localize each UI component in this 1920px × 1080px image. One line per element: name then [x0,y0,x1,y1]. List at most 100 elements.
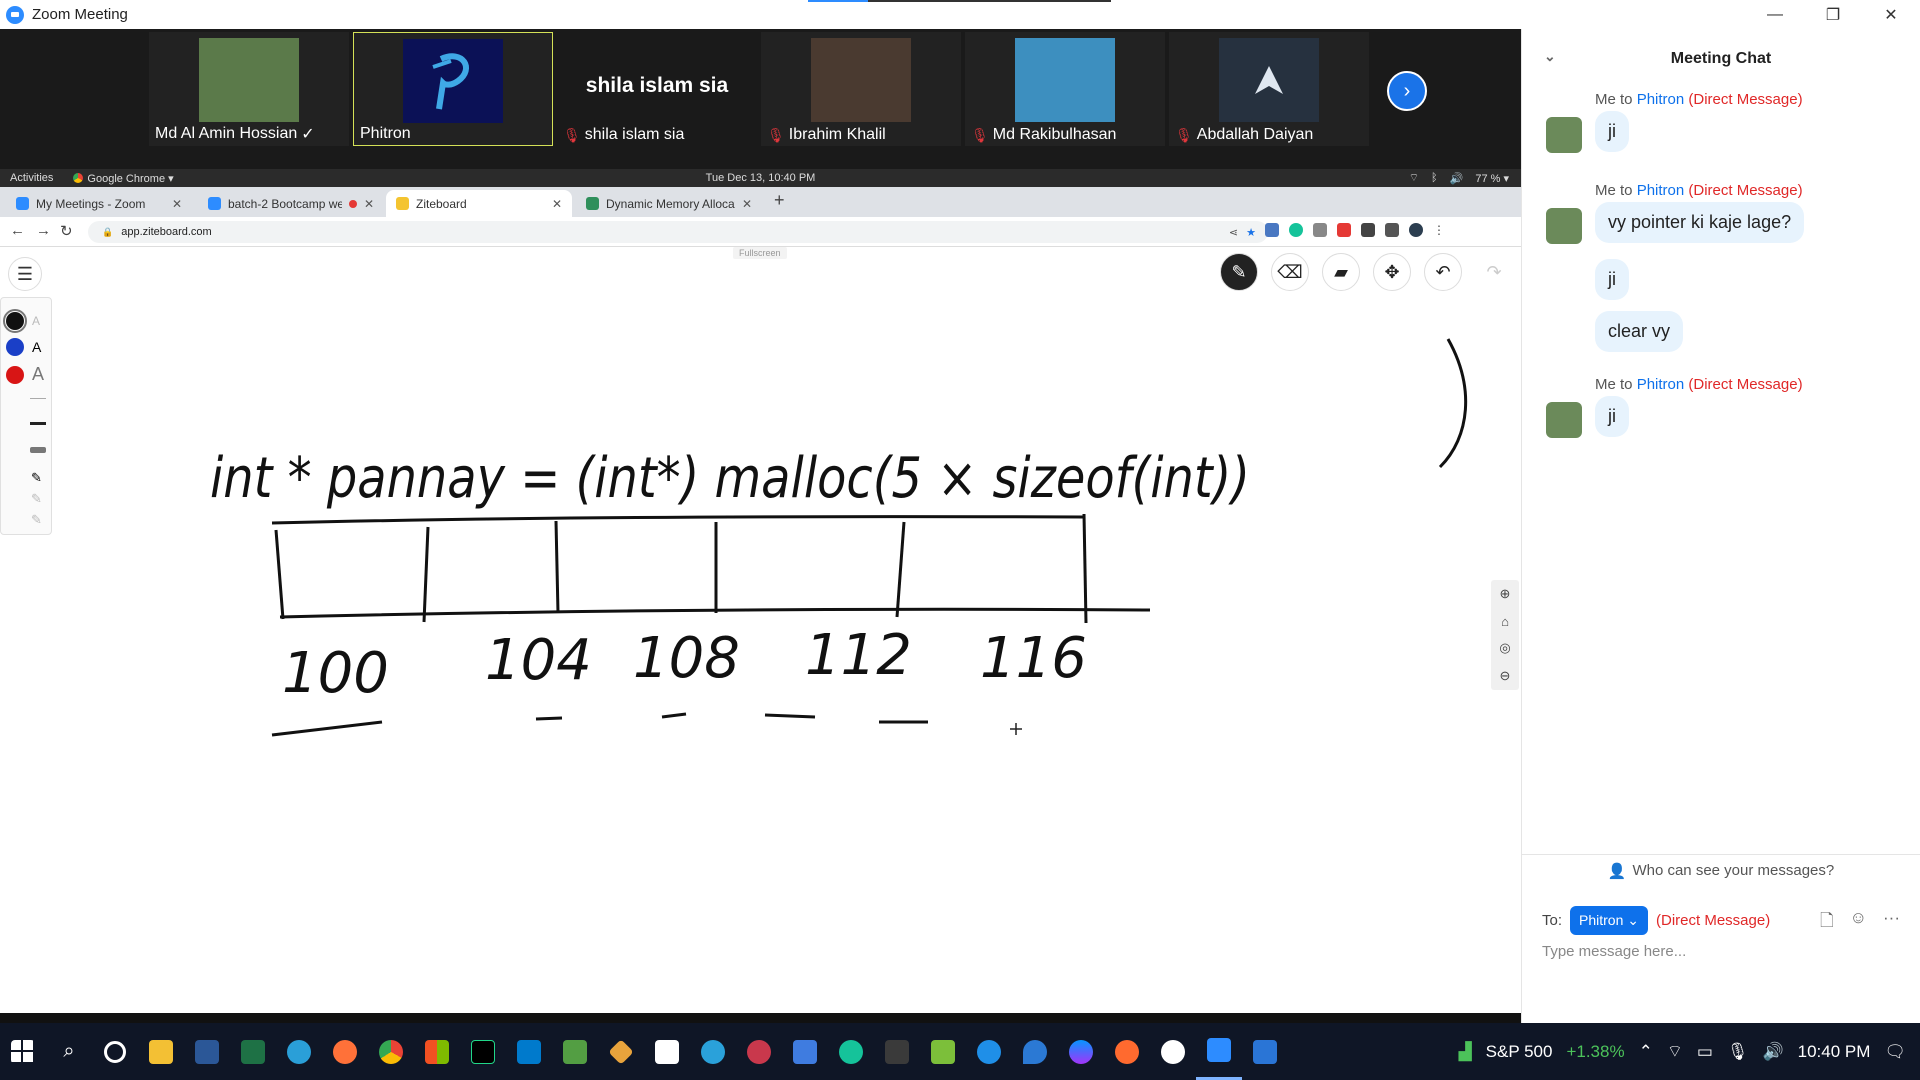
chat-bubble[interactable]: ji [1595,396,1629,437]
vscode-button[interactable] [506,1023,552,1080]
pen-extension-icon[interactable] [1337,223,1351,237]
pencil-icon[interactable]: ✎ [31,470,42,486]
close-tab-icon[interactable]: ✕ [172,197,182,211]
extensions-puzzle-icon[interactable] [1361,223,1375,237]
close-tab-icon[interactable]: ✕ [364,197,374,211]
store-button[interactable] [414,1023,460,1080]
network-icon[interactable]: ⌔ [1667,1041,1683,1062]
whiteboard-canvas[interactable]: int * pannay = (int*) malloc(5 × sizeof(… [0,247,1521,1023]
app-button[interactable] [1150,1023,1196,1080]
notion-button[interactable] [644,1023,690,1080]
cortana-button[interactable] [92,1023,138,1080]
app-button[interactable] [1104,1023,1150,1080]
redo-button[interactable]: ↷ [1475,253,1513,291]
zoom-in-icon[interactable]: ⊕ [1500,586,1511,602]
app-button[interactable] [736,1023,782,1080]
mail-button[interactable] [1242,1023,1288,1080]
tab-ziteboard[interactable]: Ziteboard ✕ [386,190,572,217]
sticky-note-button[interactable]: ▰ [1322,253,1360,291]
app-button[interactable] [966,1023,1012,1080]
center-icon[interactable]: ◎ [1499,640,1510,656]
sidebar-icon[interactable] [1385,223,1399,237]
grammarly-button[interactable] [828,1023,874,1080]
recipient-dropdown[interactable]: Phitron ⌄ [1570,906,1648,935]
search-button[interactable]: ⌕ [46,1023,92,1080]
notification-icon[interactable]: 🗨 [1884,1042,1906,1062]
participant-tile-active[interactable]: Phitron [353,32,553,146]
profile-avatar[interactable] [1409,223,1423,237]
participant-tile[interactable]: shila islam sia 🎙 shila islam sia [557,32,757,146]
close-tab-icon[interactable]: ✕ [552,197,562,211]
minimize-button[interactable]: — [1746,0,1804,29]
zoom-taskbar-button[interactable] [1196,1023,1242,1080]
nodejs-button[interactable] [552,1023,598,1080]
file-icon[interactable]: 🗋 [1820,908,1834,937]
word-button[interactable] [184,1023,230,1080]
emoji-icon[interactable]: ☺ [1850,908,1867,937]
address-bar[interactable]: 🔒 app.ziteboard.com ⋖ ★ [88,221,1268,243]
messenger-button[interactable] [1058,1023,1104,1080]
maps-button[interactable] [1012,1023,1058,1080]
file-explorer-button[interactable] [138,1023,184,1080]
more-icon[interactable]: ··· [1883,908,1900,937]
highlighter-pro-icon[interactable]: ✎ [31,512,42,528]
fullscreen-button[interactable]: Fullscreen [733,247,787,259]
tab-dynamic-memory[interactable]: Dynamic Memory Allocat ✕ [576,190,762,217]
close-button[interactable]: ✕ [1862,0,1920,29]
taskbar-clock[interactable]: 10:40 PM [1798,1042,1871,1062]
menu-hamburger-icon[interactable]: ☰ [8,257,42,291]
microphone-icon[interactable]: 🎙 [1727,1042,1749,1062]
color-blue[interactable]: A [6,338,41,356]
chevron-down-icon[interactable]: ⌄ [1544,48,1556,65]
color-red[interactable]: A [6,364,44,385]
grammarly-extension-icon[interactable] [1289,223,1303,237]
next-participants-button[interactable]: › [1387,71,1427,111]
pen-tool-button[interactable]: ✎ [1220,253,1258,291]
chat-bubble[interactable]: ji [1595,111,1629,152]
chrome-button[interactable] [368,1023,414,1080]
participant-tile[interactable]: 🎙 Ibrahim Khalil [761,32,961,146]
translate-extension-icon[interactable] [1265,223,1279,237]
tab-batch-bootcamp[interactable]: batch-2 Bootcamp we ✕ [198,190,384,217]
zoom-out-icon[interactable]: ⊖ [1500,668,1511,684]
stroke-medium[interactable] [30,422,46,425]
tab-my-meetings[interactable]: My Meetings - Zoom ✕ [6,190,192,217]
bangla-extension-icon[interactable] [1313,223,1327,237]
telegram-button[interactable] [690,1023,736,1080]
system-tray[interactable]: ⌔ ᛒ 🔊 77 % ▾ [1409,171,1509,185]
system-clock[interactable]: Tue Dec 13, 10:40 PM [0,172,1521,184]
stroke-thick[interactable] [30,447,46,453]
close-tab-icon[interactable]: ✕ [742,197,752,211]
git-app-button[interactable] [598,1023,644,1080]
terminal-button[interactable] [874,1023,920,1080]
volume-icon[interactable]: 🔊 [1762,1042,1783,1062]
undo-button[interactable]: ↶ [1424,253,1462,291]
chat-bubble[interactable]: clear vy [1595,311,1684,352]
restore-button[interactable]: ❐ [1804,0,1862,29]
participant-tile[interactable]: 🎙 Md Rakibulhasan [965,32,1165,146]
forward-icon[interactable]: → [36,222,51,239]
app-button[interactable] [920,1023,966,1080]
reload-icon[interactable]: ↻ [60,222,73,240]
participant-tile[interactable]: 🎙 Abdallah Daiyan [1169,32,1369,146]
back-icon[interactable]: ← [10,222,25,239]
pycharm-button[interactable] [460,1023,506,1080]
marker-pro-icon[interactable]: ✎ [31,491,42,507]
move-tool-button[interactable]: ✥ [1373,253,1411,291]
home-icon[interactable]: ⌂ [1501,614,1509,629]
new-tab-button[interactable]: + [774,190,785,211]
stroke-thin[interactable] [30,398,46,399]
firefox-button[interactable] [322,1023,368,1080]
who-can-see-link[interactable]: 👤 Who can see your messages? [1522,854,1920,886]
chat-bubble[interactable]: vy pointer ki kaje lage? [1595,202,1805,243]
chat-bubble[interactable]: ji [1595,259,1629,300]
participant-tile[interactable]: Md Al Amin Hossian ✓ [149,32,349,146]
bookmark-star-icon[interactable]: ★ [1246,226,1256,239]
excel-button[interactable] [230,1023,276,1080]
share-icon[interactable]: ⋖ [1229,226,1238,239]
color-black[interactable]: A [3,309,40,333]
stock-name[interactable]: S&P 500 [1486,1042,1553,1062]
message-input[interactable] [1542,943,1902,960]
eraser-tool-button[interactable]: ⌫ [1271,253,1309,291]
start-button[interactable] [0,1023,46,1080]
